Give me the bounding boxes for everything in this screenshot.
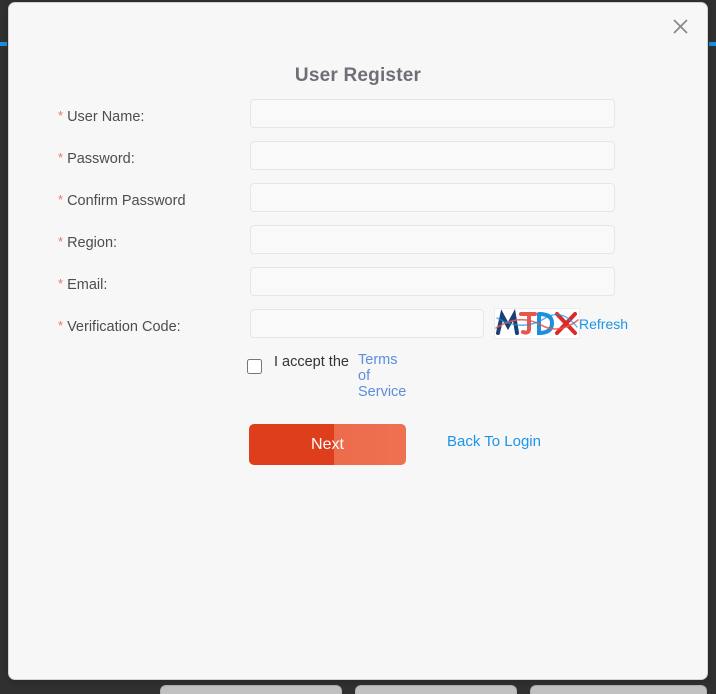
- verification-code-input[interactable]: [250, 309, 484, 338]
- terms-of-service-link[interactable]: Terms of Service: [358, 352, 406, 400]
- next-button[interactable]: Next: [249, 424, 406, 465]
- user-name-input[interactable]: [250, 99, 615, 128]
- label-text: Password:: [67, 151, 135, 167]
- form-row-region: * Region:: [9, 225, 707, 267]
- label-user-name: * User Name:: [58, 108, 144, 125]
- refresh-captcha-link[interactable]: Refresh: [579, 316, 628, 332]
- browser-accent-right: [709, 42, 716, 46]
- form-row-user-name: * User Name:: [9, 99, 707, 141]
- form-row-email: * Email:: [9, 267, 707, 309]
- confirm-password-input[interactable]: [250, 183, 615, 212]
- close-icon[interactable]: [663, 9, 697, 43]
- back-to-login-link[interactable]: Back To Login: [447, 433, 541, 450]
- label-email: * Email:: [58, 276, 107, 293]
- label-text: Verification Code:: [67, 319, 181, 335]
- label-text: Region:: [67, 235, 118, 251]
- label-region: * Region:: [58, 234, 117, 251]
- form-row-verification-code: * Verification Code: Refresh: [9, 308, 707, 351]
- label-verification-code: * Verification Code:: [58, 318, 181, 335]
- required-asterisk: *: [58, 234, 64, 249]
- required-asterisk: *: [58, 318, 64, 333]
- background-page-shape: [355, 685, 517, 694]
- required-asterisk: *: [58, 108, 64, 123]
- captcha-image[interactable]: [494, 308, 580, 339]
- label-text: Email:: [67, 277, 108, 293]
- label-text: Confirm Password: [67, 193, 186, 209]
- accept-terms-checkbox[interactable]: [247, 359, 262, 374]
- required-asterisk: *: [58, 192, 64, 207]
- email-input[interactable]: [250, 267, 615, 296]
- label-password: * Password:: [58, 150, 135, 167]
- browser-accent-left: [0, 42, 7, 46]
- form-row-password: * Password:: [9, 141, 707, 183]
- register-form: * User Name: * Password: * Confirm Password…: [9, 99, 707, 351]
- user-register-dialog: User Register * User Name: * Password: * Co…: [8, 2, 708, 680]
- required-asterisk: *: [58, 276, 64, 291]
- label-confirm-password: * Confirm Password: [58, 192, 186, 209]
- label-text: User Name:: [67, 109, 145, 125]
- page-title: User Register: [294, 65, 422, 86]
- background-page-shape: [530, 685, 707, 694]
- background-page-shape: [160, 685, 342, 694]
- accept-terms-label: I accept the: [274, 354, 349, 370]
- region-input[interactable]: [250, 225, 615, 254]
- password-input[interactable]: [250, 141, 615, 170]
- required-asterisk: *: [58, 150, 64, 165]
- form-row-confirm-password: * Confirm Password: [9, 183, 707, 225]
